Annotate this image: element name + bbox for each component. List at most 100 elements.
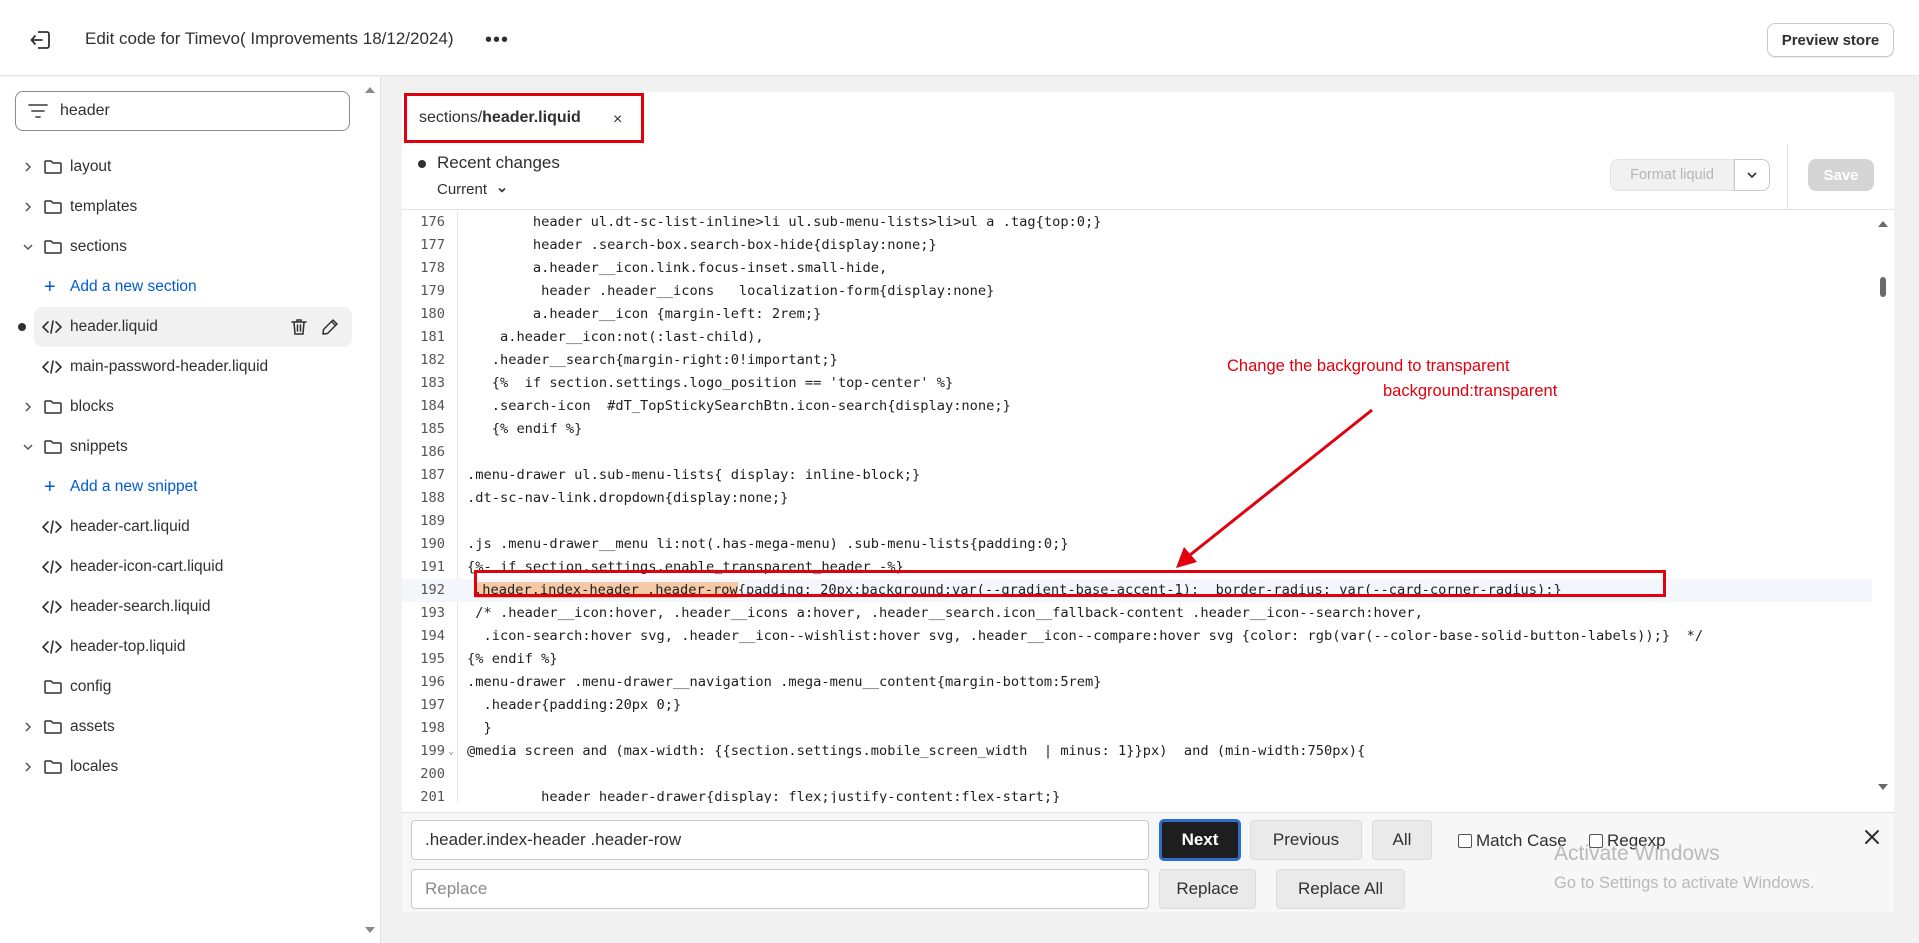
line-number: 176: [420, 214, 445, 230]
code-file-icon: [42, 360, 62, 374]
folder-snippets[interactable]: snippets: [0, 427, 360, 467]
code-text: /* .header__icon:hover, .header__icons a…: [467, 605, 1423, 621]
code-line[interactable]: 188 .dt-sc-nav-link.dropdown{display:none…: [402, 487, 1872, 510]
file-label: main-password-header.liquid: [70, 358, 269, 375]
format-liquid-button[interactable]: Format liquid: [1610, 159, 1734, 191]
code-editor[interactable]: 176 header ul.dt-sc-list-inline>li ul.su…: [402, 211, 1894, 803]
sidebar-scrollbar[interactable]: [364, 85, 376, 935]
code-line[interactable]: 178 a.header__icon.link.focus-inset.smal…: [402, 257, 1872, 280]
code-line[interactable]: 182 .header__search{margin-right:0!impor…: [402, 349, 1872, 372]
folder-icon: [44, 680, 62, 694]
close-icon[interactable]: [1862, 827, 1882, 847]
code-line[interactable]: 181 a.header__icon:not(:last-child),: [402, 326, 1872, 349]
code-text: header .header__icons localization-form{…: [467, 283, 995, 299]
match-case-checkbox[interactable]: Match Case: [1458, 831, 1567, 851]
folder-label: assets: [70, 718, 115, 735]
find-next-button[interactable]: Next: [1159, 819, 1241, 861]
file-label: header-icon-cart.liquid: [70, 558, 224, 575]
folder-icon: [44, 200, 62, 214]
replace-input[interactable]: [411, 869, 1149, 909]
vertical-scrollbar[interactable]: [1875, 211, 1891, 803]
replace-button[interactable]: Replace: [1159, 869, 1256, 909]
code-text: .header__search{margin-right:0!important…: [467, 352, 838, 368]
code-line[interactable]: 183 {% if section.settings.logo_position…: [402, 372, 1872, 395]
find-all-button[interactable]: All: [1372, 820, 1432, 860]
folder-label: layout: [70, 158, 112, 175]
file-header-cart[interactable]: header-cart.liquid: [0, 507, 360, 547]
version-select-label: Current: [437, 181, 488, 198]
save-button[interactable]: Save: [1808, 159, 1874, 191]
file-header-top[interactable]: header-top.liquid: [0, 627, 360, 667]
annotation-text: background:transparent: [1383, 382, 1558, 400]
file-header-search[interactable]: header-search.liquid: [0, 587, 360, 627]
code-line[interactable]: 185 {% endif %}: [402, 418, 1872, 441]
more-actions-button[interactable]: •••: [482, 26, 512, 54]
code-file-icon: [42, 520, 62, 534]
folder-label: sections: [70, 238, 127, 255]
version-select[interactable]: Current: [437, 181, 507, 198]
code-line[interactable]: 201 header header-drawer{display: flex;j…: [402, 786, 1872, 803]
preview-store-button[interactable]: Preview store: [1767, 23, 1894, 57]
add-label: Add a new snippet: [70, 478, 198, 495]
code-text: a.header__icon {margin-left: 2rem;}: [467, 306, 822, 322]
format-options-dropdown[interactable]: [1734, 159, 1770, 191]
code-line[interactable]: 193 /* .header__icon:hover, .header__ico…: [402, 602, 1872, 625]
chevron-down-icon: [23, 444, 33, 451]
file-header-liquid[interactable]: header.liquid: [18, 307, 352, 347]
file-main-password-header[interactable]: main-password-header.liquid: [0, 347, 360, 387]
folder-assets[interactable]: assets: [0, 707, 360, 747]
replace-all-button[interactable]: Replace All: [1276, 869, 1405, 909]
code-line[interactable]: 186: [402, 441, 1872, 464]
highlight-annotation-box: [474, 570, 1666, 597]
chevron-right-icon: [25, 722, 32, 732]
code-text: .icon-search:hover svg, .header__icon--w…: [467, 628, 1704, 644]
annotation-text: Change the background to transparent: [1227, 357, 1510, 375]
plus-icon: +: [44, 476, 56, 498]
find-previous-button[interactable]: Previous: [1250, 820, 1362, 860]
code-line[interactable]: 177 header .search-box.search-box-hide{d…: [402, 234, 1872, 257]
code-line[interactable]: 196 .menu-drawer .menu-drawer__navigation…: [402, 671, 1872, 694]
code-line[interactable]: 200: [402, 763, 1872, 786]
checkbox-box[interactable]: [1458, 834, 1472, 848]
file-label: header-search.liquid: [70, 598, 211, 615]
code-line[interactable]: 179 header .header__icons localization-f…: [402, 280, 1872, 303]
code-line[interactable]: 197 .header{padding:20px 0;}: [402, 694, 1872, 717]
find-input[interactable]: [411, 820, 1149, 860]
code-line[interactable]: 194 .icon-search:hover svg, .header__ico…: [402, 625, 1872, 648]
folder-config[interactable]: config: [0, 667, 360, 707]
fold-chevron-icon[interactable]: ⌄: [448, 740, 454, 763]
code-line[interactable]: 189: [402, 510, 1872, 533]
toolbar-divider: [1787, 144, 1788, 210]
folder-blocks[interactable]: blocks: [0, 387, 360, 427]
folder-templates[interactable]: templates: [0, 187, 360, 227]
file-search-box[interactable]: [15, 91, 350, 131]
add-new-section-link[interactable]: + Add a new section: [0, 267, 360, 307]
folder-sections[interactable]: sections: [0, 227, 360, 267]
folder-locales[interactable]: locales: [0, 747, 360, 787]
line-number: 186: [420, 444, 445, 460]
file-tree: layout templates sections + Add a new se…: [0, 147, 360, 787]
file-search-input[interactable]: [60, 102, 330, 120]
code-line[interactable]: 180 a.header__icon {margin-left: 2rem;}: [402, 303, 1872, 326]
editor-panel: sections/header.liquid × Recent changes …: [402, 92, 1894, 912]
code-line[interactable]: 195 {% endif %}: [402, 648, 1872, 671]
line-number: 193: [420, 605, 445, 621]
code-line[interactable]: 198 }: [402, 717, 1872, 740]
pencil-icon[interactable]: [321, 318, 339, 336]
code-line[interactable]: 187 .menu-drawer ul.sub-menu-lists{ displ…: [402, 464, 1872, 487]
code-line[interactable]: 199 ⌄ @media screen and (max-width: {{sect…: [402, 740, 1872, 763]
close-tab-icon[interactable]: ×: [613, 111, 622, 129]
trash-icon[interactable]: [290, 318, 308, 336]
add-new-snippet-link[interactable]: + Add a new snippet: [0, 467, 360, 507]
code-line[interactable]: 184 .search-icon #dT_TopStickySearchBtn.…: [402, 395, 1872, 418]
folder-label: blocks: [70, 398, 114, 415]
file-header-icon-cart[interactable]: header-icon-cart.liquid: [0, 547, 360, 587]
folder-icon: [44, 240, 62, 254]
line-number: 201: [420, 789, 445, 803]
folder-layout[interactable]: layout: [0, 147, 360, 187]
code-line[interactable]: 190 .js .menu-drawer__menu li:not(.has-me…: [402, 533, 1872, 556]
exit-button[interactable]: [22, 24, 58, 56]
code-line[interactable]: 176 header ul.dt-sc-list-inline>li ul.su…: [402, 211, 1872, 234]
folder-icon: [44, 400, 62, 414]
tab-header-liquid[interactable]: sections/header.liquid ×: [404, 93, 644, 143]
